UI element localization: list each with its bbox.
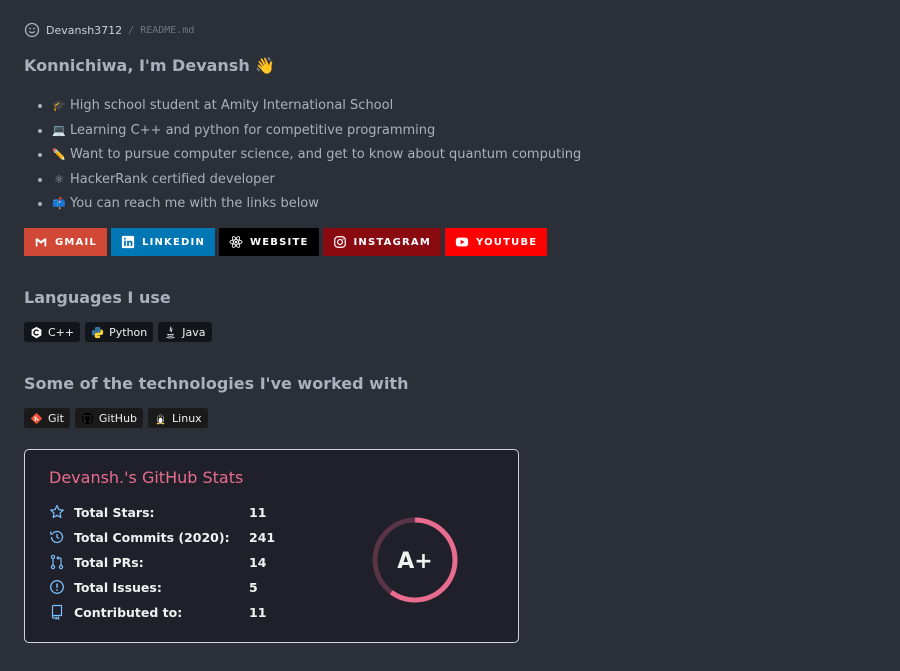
java-icon: [166, 326, 175, 338]
graduation-cap-icon: 🎓: [52, 99, 66, 112]
technologies-heading: Some of the technologies I've worked wit…: [24, 374, 409, 393]
pull-request-icon: [50, 554, 64, 570]
cpp-badge-label: C++: [48, 325, 75, 339]
java-badge[interactable]: Java: [158, 322, 212, 342]
issue-icon: [50, 580, 64, 594]
stat-total-prs: Total PRs: 14: [49, 554, 266, 570]
instagram-badge-label: INSTAGRAM: [353, 236, 431, 248]
cpp-badge[interactable]: C++: [24, 322, 81, 342]
stat-total-issues: Total Issues: 5: [49, 579, 258, 595]
gmail-badge-label: GMAIL: [55, 236, 97, 248]
instagram-icon: [333, 236, 346, 248]
history-icon: [50, 530, 64, 544]
rank-ring: A+: [372, 517, 458, 603]
youtube-badge[interactable]: YOUTUBE: [445, 228, 548, 256]
list-item-text: Want to pursue computer science, and get…: [70, 147, 582, 162]
readme-header: Devansh3712 / README.md: [24, 22, 194, 38]
stat-label: Total Commits (2020):: [74, 529, 230, 545]
youtube-badge-label: YOUTUBE: [476, 236, 538, 248]
github-badge[interactable]: GitHub: [74, 408, 144, 428]
youtube-icon: [455, 237, 469, 247]
linux-badge-label: Linux: [172, 411, 202, 425]
intro-list: 🎓 High school student at Amity Internatio…: [34, 94, 581, 217]
stat-value: 14: [249, 554, 267, 570]
page-title: Konnichiwa, I'm Devansh 👋: [24, 56, 276, 75]
list-item: ✏️ Want to pursue computer science, and g…: [52, 143, 581, 168]
linux-icon: [156, 414, 165, 424]
mailbox-icon: 📫: [52, 197, 66, 210]
stat-value: 11: [249, 604, 267, 620]
list-item-text: You can reach me with the links below: [70, 196, 319, 211]
list-item-text: HackerRank certified developer: [70, 171, 275, 187]
path-separator: /: [128, 24, 135, 36]
stat-total-commits: Total Commits (2020): 241: [49, 529, 275, 545]
smiley-icon: [24, 22, 40, 38]
stat-label: Total PRs:: [74, 554, 144, 570]
git-icon: [31, 412, 42, 424]
python-icon: [91, 326, 104, 338]
github-stats-card: Devansh.'s GitHub Stats Total Stars: 11 …: [24, 449, 519, 643]
website-badge-label: WEBSITE: [250, 236, 309, 248]
stat-contributed-to: Contributed to: 11: [49, 604, 266, 620]
atom-icon: ⚛: [54, 172, 64, 186]
list-item-text: Learning C++ and python for competitive …: [70, 122, 436, 138]
list-item-text: High school student at Amity Internation…: [70, 98, 394, 113]
stat-label: Contributed to:: [74, 604, 183, 620]
git-badge[interactable]: Git: [24, 408, 70, 428]
pencil-icon: ✏️: [52, 148, 66, 161]
linkedin-badge[interactable]: LINKEDIN: [111, 228, 216, 256]
github-icon: [81, 412, 94, 424]
python-badge[interactable]: Python: [85, 322, 154, 342]
star-icon: [50, 504, 64, 519]
repo-icon: [51, 604, 63, 620]
react-icon: [229, 236, 243, 248]
gmail-icon: [35, 238, 47, 247]
laptop-icon: 💻: [52, 123, 66, 137]
cpp-icon: [31, 326, 42, 338]
linkedin-badge-label: LINKEDIN: [142, 236, 206, 248]
readme-file-name: README.md: [140, 24, 195, 36]
stat-label: Total Issues:: [74, 579, 162, 595]
linkedin-icon: [121, 235, 135, 249]
website-badge[interactable]: WEBSITE: [219, 228, 319, 256]
list-item: 📫 You can reach me with the links below: [52, 192, 581, 217]
languages-heading: Languages I use: [24, 288, 171, 307]
stat-value: 241: [249, 529, 276, 545]
stat-value: 11: [249, 504, 267, 520]
languages-badges: C++ Python Java: [24, 322, 212, 342]
list-item: ⚛ HackerRank certified developer: [52, 168, 581, 193]
git-badge-label: Git: [48, 411, 64, 425]
instagram-badge[interactable]: INSTAGRAM: [322, 228, 441, 256]
social-badges: GMAIL LINKEDIN WEBSITE INSTAGRAM YOUTUBE: [24, 228, 548, 256]
stat-label: Total Stars:: [74, 504, 155, 520]
list-item: 💻 Learning C++ and python for competitive…: [52, 119, 581, 144]
java-badge-label: Java: [182, 325, 206, 339]
github-badge-label: GitHub: [98, 411, 138, 425]
linux-badge[interactable]: Linux: [148, 408, 208, 428]
stat-total-stars: Total Stars: 11: [49, 504, 266, 520]
list-item: 🎓 High school student at Amity Internatio…: [52, 94, 581, 119]
stats-card-title: Devansh.'s GitHub Stats: [49, 468, 244, 487]
repo-owner-link[interactable]: Devansh3712: [46, 24, 122, 37]
gmail-badge[interactable]: GMAIL: [24, 228, 107, 256]
python-badge-label: Python: [109, 325, 148, 339]
rank-grade: A+: [397, 549, 432, 574]
technologies-badges: Git GitHub Linux: [24, 408, 208, 428]
stat-value: 5: [249, 579, 258, 595]
